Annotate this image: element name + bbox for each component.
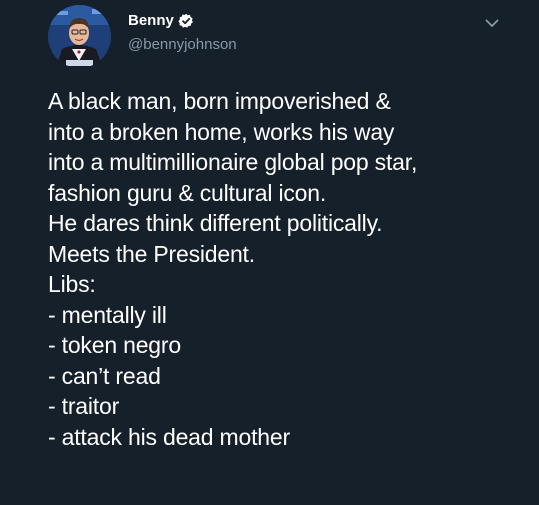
tweet-line: Meets the President. <box>48 240 255 267</box>
tweet-text: A black man, born impoverished & into a … <box>48 86 528 452</box>
author-block: Benny @bennyjohnson <box>128 10 428 56</box>
tweet-line: A black man, born impoverished & <box>48 88 391 114</box>
tweet-line: fashion guru & cultural icon. <box>48 179 327 206</box>
chevron-down-icon <box>485 19 499 27</box>
avatar-image <box>48 5 111 68</box>
tweet-line: He dares think different politically. <box>48 210 383 236</box>
tweet-line: - mentally ill <box>48 301 167 328</box>
more-options-button[interactable] <box>481 12 503 34</box>
handle[interactable]: @bennyjohnson <box>128 34 428 56</box>
avatar[interactable] <box>48 5 111 68</box>
tweet-line: Libs: <box>48 271 96 297</box>
verified-badge-icon <box>178 13 194 29</box>
display-name[interactable]: Benny <box>128 10 174 32</box>
name-row: Benny <box>128 10 428 32</box>
tweet-line: - attack his dead mother <box>48 423 290 450</box>
tweet-card: Benny @bennyjohnson A black man, born im… <box>0 0 539 505</box>
tweet-line: into a broken home, works his way <box>48 118 395 145</box>
tweet-line: into a multimillionaire global pop star, <box>48 149 418 175</box>
tweet-line: - traitor <box>48 393 120 419</box>
tweet-line: - token negro <box>48 332 181 358</box>
tweet-line: - can’t read <box>48 362 161 389</box>
